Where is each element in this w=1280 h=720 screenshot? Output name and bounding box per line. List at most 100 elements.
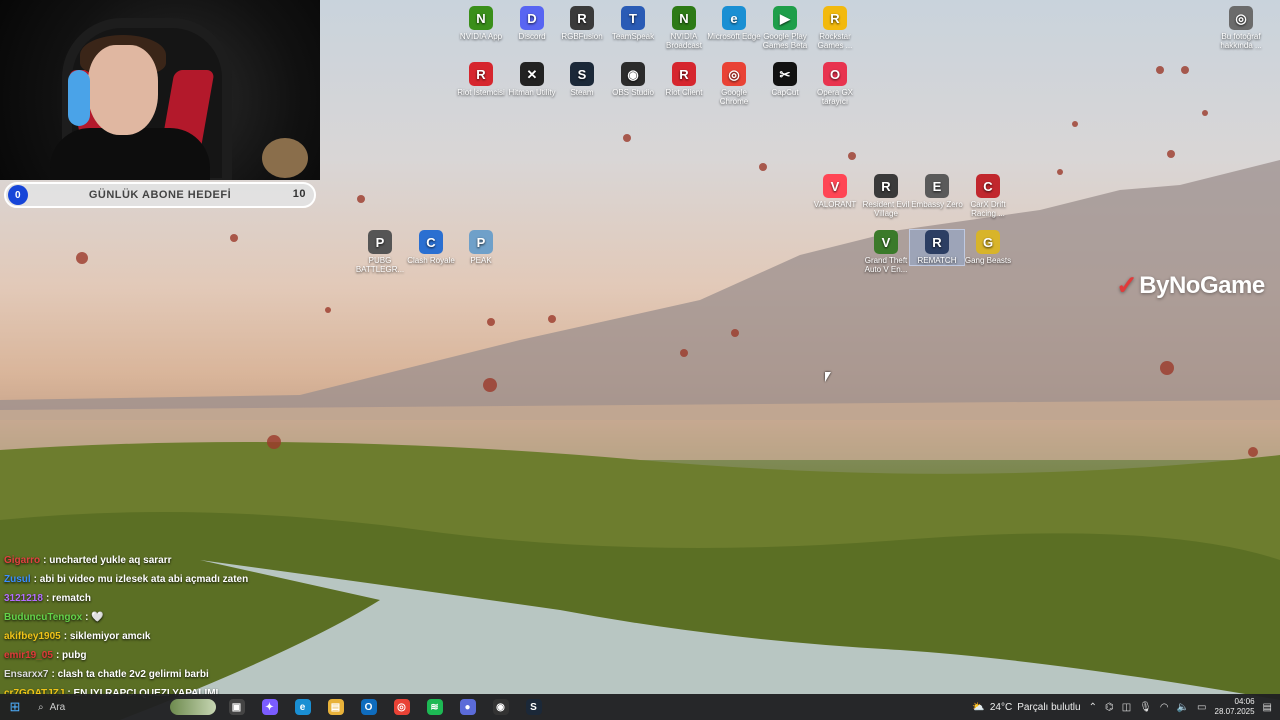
chat-text: : siklemiyor amcık	[63, 631, 151, 642]
chat-message: BuduncuTengox: 🤍	[4, 608, 384, 627]
goal-target: 10	[292, 188, 306, 200]
app-icon: ◎	[1229, 6, 1253, 30]
desktop-icon[interactable]: G Gang Beasts	[961, 230, 1015, 265]
taskbar-app-outlook[interactable]: O	[352, 694, 385, 720]
chat-message: akifbey1905: siklemiyor amcık	[4, 627, 384, 646]
desktop-icon[interactable]: D Discord	[505, 6, 559, 41]
desktop-icon[interactable]: R Riot Client	[657, 62, 711, 97]
app-icon: R	[925, 230, 949, 254]
microphone-icon[interactable]: 🎙	[1139, 702, 1152, 713]
app-icon: ✕	[520, 62, 544, 86]
desktop-icon-label: NVIDIA App	[459, 32, 503, 41]
desktop-icon[interactable]: C Clash Royale	[404, 230, 458, 265]
desktop-icon[interactable]: R Rockstar Games ...	[808, 6, 862, 50]
desktop-icon[interactable]: ◎ Google Chrome	[707, 62, 761, 106]
desktop-icon[interactable]: R RGBFusion	[555, 6, 609, 41]
desktop-icon-label: TeamSpeak	[611, 32, 655, 41]
chrome-icon: ◎	[393, 699, 410, 715]
desktop-icon-label: Riot Client	[665, 88, 703, 97]
chat-username: Gigarro	[4, 555, 41, 566]
notification-icon[interactable]: ▤	[1263, 702, 1272, 713]
start-button[interactable]: ⊞	[0, 694, 30, 720]
app-icon: R	[672, 62, 696, 86]
desktop-icon[interactable]: ▶ Google Play Games Beta	[758, 6, 812, 50]
search-box[interactable]: ⌕ Ara	[32, 697, 220, 717]
wifi-icon[interactable]: ◠	[1160, 702, 1169, 713]
desktop-icon[interactable]: R REMATCH	[909, 229, 965, 266]
clock-time: 04:06	[1234, 697, 1255, 706]
weather-temp: 24°C	[989, 701, 1013, 713]
streamer-face	[88, 45, 158, 135]
outlook-icon: O	[360, 699, 377, 715]
desktop-icon[interactable]: ✂ CapCut	[758, 62, 812, 97]
desktop-icon-label: Microsoft Edge	[707, 32, 761, 41]
battery-icon[interactable]: ▭	[1197, 702, 1206, 713]
taskbar-app-obs[interactable]: ◉	[484, 694, 517, 720]
desktop-icon[interactable]: ◉ OBS Studio	[606, 62, 660, 97]
chat-username: Ensarxx7	[4, 669, 49, 680]
clock-date: 28.07.2025	[1214, 707, 1255, 716]
taskbar-app-steam[interactable]: S	[517, 694, 550, 720]
chat-text: : uncharted yukle aq sararr	[43, 555, 172, 566]
desktop-icon[interactable]: P PEAK	[454, 230, 508, 265]
desktop-icon[interactable]: e Microsoft Edge	[707, 6, 761, 41]
desktop-icon[interactable]: T TeamSpeak	[606, 6, 660, 41]
desktop-icon[interactable]: S Steam	[555, 62, 609, 97]
desktop-icon[interactable]: R Riot İstemcisi	[454, 62, 508, 97]
desktop-icon[interactable]: P PUBG BATTLEGR...	[353, 230, 407, 274]
goal-current: 0	[8, 185, 28, 205]
brand-text: ByNoGame	[1139, 271, 1265, 299]
chat-message: Zusul: abi bi video mu izlesek ata abi a…	[4, 570, 384, 589]
taskbar-app-app-blue[interactable]: ●	[451, 694, 484, 720]
desktop-icon-label: Hitman Utility	[508, 88, 556, 97]
app-icon: R	[874, 174, 898, 198]
plush-toy	[262, 138, 308, 178]
app-icon: C	[976, 174, 1000, 198]
app-icon: V	[823, 174, 847, 198]
chevron-up-icon[interactable]: ⌃	[1089, 702, 1097, 713]
webcam-overlay	[0, 0, 320, 180]
desktop-icon-label: CarX Drift Racing ...	[970, 200, 1006, 218]
edge-icon: e	[294, 699, 311, 715]
chat-text: : clash ta chatle 2v2 gelirmi barbi	[51, 669, 209, 680]
desktop-icon[interactable]: C CarX Drift Racing ...	[961, 174, 1015, 218]
weather-widget[interactable]: ⛅ 24°C Parçalı bulutlu	[972, 702, 1080, 713]
app-icon: N	[469, 6, 493, 30]
desktop-icon-label: Bu fotoğraf hakkında ...	[1220, 32, 1262, 50]
desktop-icon[interactable]: N NVIDIA App	[454, 6, 508, 41]
stream-chat: Gigarro: uncharted yukle aq sararr Zusul:…	[4, 551, 384, 703]
desktop-icon-label: PUBG BATTLEGR...	[355, 256, 405, 274]
desktop-icon[interactable]: E Embassy Zero	[910, 174, 964, 209]
desktop-icon[interactable]: ✕ Hitman Utility	[505, 62, 559, 97]
network-icon[interactable]: ⌬	[1105, 702, 1114, 713]
taskbar-apps: ▣ ✦ e ▤ O ◎ ≋ ● ◉ S	[220, 694, 550, 720]
app-icon: ✂	[773, 62, 797, 86]
taskbar-app-copilot[interactable]: ✦	[253, 694, 286, 720]
desktop-icon[interactable]: V VALORANT	[808, 174, 862, 209]
taskbar-app-file-explorer[interactable]: ▤	[319, 694, 352, 720]
streamer-body	[50, 128, 210, 180]
chat-message: Gigarro: uncharted yukle aq sararr	[4, 551, 384, 570]
volume-icon[interactable]: 🔈	[1177, 702, 1189, 713]
app-icon: V	[874, 230, 898, 254]
app-icon: R	[469, 62, 493, 86]
desktop-icon[interactable]: O Opera GX tarayıcı	[808, 62, 862, 106]
clock[interactable]: 04:06 28.07.2025	[1215, 697, 1255, 717]
search-placeholder: Ara	[49, 701, 66, 713]
app-icon: ◎	[722, 62, 746, 86]
taskbar-app-spotify[interactable]: ≋	[418, 694, 451, 720]
desktop-icon-label: Riot İstemcisi	[457, 88, 505, 97]
app-icon: G	[976, 230, 1000, 254]
taskbar-app-chrome[interactable]: ◎	[385, 694, 418, 720]
camera-icon[interactable]: ◫	[1122, 702, 1131, 713]
desktop-icon[interactable]: ◎ Bu fotoğraf hakkında ...	[1214, 6, 1268, 50]
chat-username: emir19_05	[4, 650, 53, 661]
desktop-icon[interactable]: R Resident Evil Village	[859, 174, 913, 218]
app-icon: R	[570, 6, 594, 30]
taskbar-app-edge[interactable]: e	[286, 694, 319, 720]
desktop-icon[interactable]: V Grand Theft Auto V En...	[859, 230, 913, 274]
desktop-icon[interactable]: N NVIDIA Broadcast	[657, 6, 711, 50]
taskbar-app-task-view[interactable]: ▣	[220, 694, 253, 720]
desktop-icon-label: Google Chrome	[719, 88, 749, 106]
weather-desc: Parçalı bulutlu	[1017, 701, 1081, 713]
